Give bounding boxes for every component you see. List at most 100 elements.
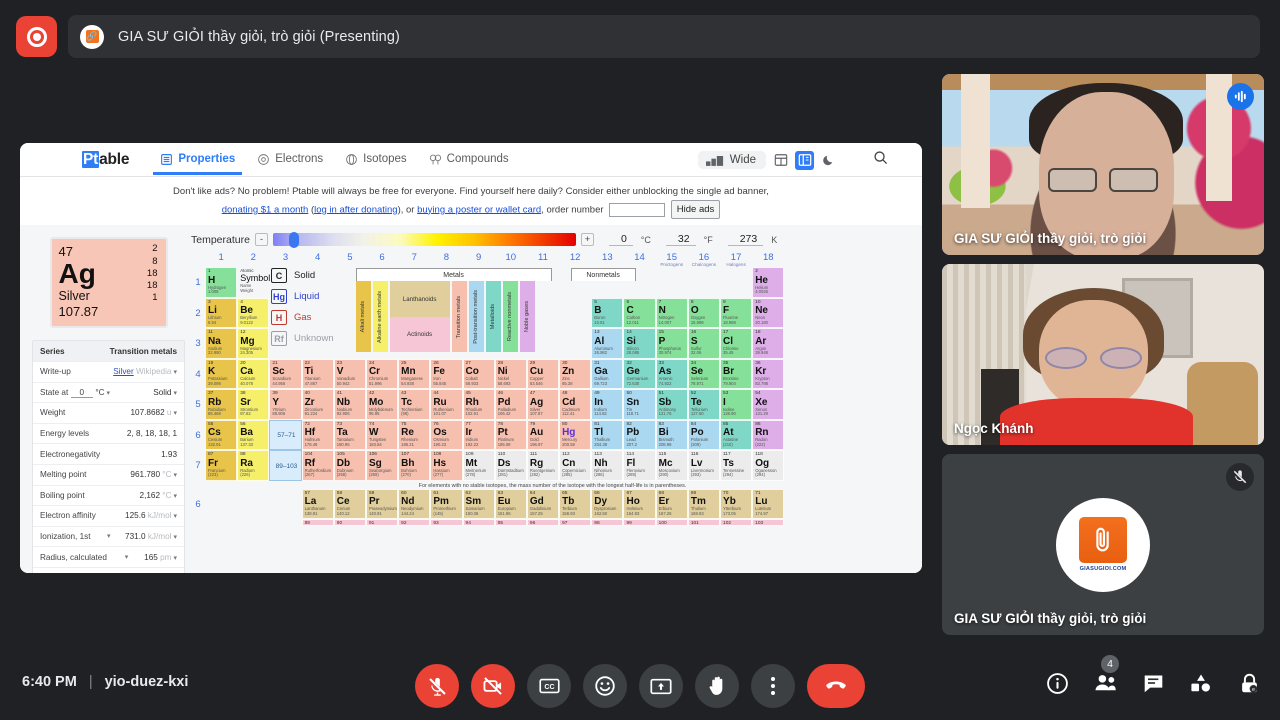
element-cell-Rh[interactable]: 45 Rh Rhodium 102.91 — [462, 389, 495, 420]
element-cell-Fr[interactable]: 87 Fr Francium (223) — [205, 450, 238, 481]
element-cell-Ba[interactable]: 56 Ba Barium 137.33 — [237, 419, 270, 451]
periodic-table-grid[interactable]: 1 2 3 4 5 6 7 8 9 10 11 12 13 14 15 Pnictogens 16 Chalcog… — [191, 252, 914, 527]
temperature-celsius-input[interactable]: 0 — [608, 233, 633, 247]
element-cell-Ds[interactable]: 110 Ds Darmstadtium (281) — [494, 450, 527, 481]
element-cell-Tc[interactable]: 43 Tc Technetium (98) — [398, 389, 431, 420]
element-cell-Be[interactable]: 4 Be Beryllium 9.0122 — [237, 297, 270, 329]
host-controls-button[interactable]: e — [1236, 670, 1262, 696]
element-cell-Ce[interactable]: 58 Ce Cerium 140.12 — [333, 488, 366, 520]
search-icon[interactable] — [873, 150, 888, 170]
element-cell-Te[interactable]: 52 Te Tellurium 127.60 — [687, 389, 720, 420]
element-cell-Bi[interactable]: 83 Bi Bismuth 208.98 — [655, 419, 688, 451]
element-cell-Sb[interactable]: 51 Sb Antimony 121.76 — [655, 389, 688, 420]
more-options-button[interactable] — [751, 664, 795, 708]
ptable-logo[interactable]: Ptable — [82, 150, 130, 169]
camera-off-button[interactable] — [471, 664, 515, 708]
element-cell-At[interactable]: 85 At Astatine (210) — [720, 419, 753, 451]
element-cell-In[interactable]: 49 In Indium 114.82 — [591, 389, 624, 420]
actinide-placeholder[interactable]: 89–103 — [269, 450, 302, 481]
column-header-17[interactable]: 17 Halogens — [720, 252, 752, 267]
wikipedia-link[interactable]: Silver — [113, 367, 133, 376]
participant-tile-3[interactable]: GIASUGIOI.COM GIA SƯ GIỎI thầy giỏi, trò… — [942, 454, 1264, 635]
tab-compounds[interactable]: Compounds — [420, 145, 518, 175]
property-row[interactable]: Series Transition metals — [33, 341, 184, 362]
element-cell-La[interactable]: 57 La Lanthanum 138.91 — [301, 488, 334, 520]
element-cell-Os[interactable]: 76 Os Osmium 190.23 — [430, 419, 463, 451]
column-header-10[interactable]: 10 — [495, 252, 527, 267]
column-header-8[interactable]: 8 — [430, 252, 462, 267]
reactions-button[interactable] — [583, 664, 627, 708]
chat-button[interactable] — [1140, 670, 1166, 696]
element-cell-89[interactable]: 89 — [301, 519, 334, 527]
lanthanide-placeholder[interactable]: 57–71 — [269, 419, 302, 451]
column-header-12[interactable]: 12 — [559, 252, 591, 267]
column-header-11[interactable]: 11 — [527, 252, 559, 267]
donate-link[interactable]: donating $1 a month — [222, 204, 309, 215]
property-row[interactable]: Energy levels 2, 8, 18, 18, 1 — [33, 424, 184, 445]
property-row[interactable]: Radius, calculated ▾ 165 pm ▾ — [33, 547, 184, 568]
element-cell-95[interactable]: 95 — [494, 519, 527, 527]
element-cell-90[interactable]: 90 — [333, 519, 366, 527]
element-cell-Au[interactable]: 79 Au Gold 196.97 — [526, 419, 560, 451]
element-cell-Rb[interactable]: 37 Rb Rubidium 85.468 — [205, 389, 238, 420]
element-cell-K[interactable]: 19 K Potassium 39.098 — [205, 358, 238, 390]
element-cell-94[interactable]: 94 — [462, 519, 495, 527]
element-cell-Tl[interactable]: 81 Tl Thallium 204.38 — [591, 419, 624, 451]
column-header-14[interactable]: 14 — [623, 252, 655, 267]
activities-button[interactable] — [1188, 670, 1214, 696]
column-header-16[interactable]: 16 Chalcogens — [688, 252, 720, 267]
element-cell-93[interactable]: 93 — [430, 519, 463, 527]
element-cell-Mt[interactable]: 109 Mt Meitnerium (278) — [462, 450, 495, 481]
element-cell-Kr[interactable]: 36 Kr Krypton 83.798 — [752, 358, 785, 390]
element-cell-Pm[interactable]: 61 Pm Promethium (145) — [430, 488, 463, 520]
element-cell-Tb[interactable]: 65 Tb Terbium 158.93 — [559, 488, 592, 520]
property-row[interactable]: State at 0 °C ▾ Solid ▾ — [33, 383, 184, 404]
element-cell-Ni[interactable]: 28 Ni Nickel 58.693 — [494, 358, 527, 390]
hide-ads-button[interactable]: Hide ads — [670, 199, 721, 220]
element-cell-Ti[interactable]: 22 Ti Titanium 47.867 — [301, 358, 334, 390]
column-header-5[interactable]: 5 — [334, 252, 366, 267]
show-everyone-button[interactable]: 4 — [1092, 655, 1119, 696]
element-cell-Rf[interactable]: 104 Rf Rutherfordium (267) — [301, 450, 334, 481]
element-cell-Gd[interactable]: 64 Gd Gadolinium 157.25 — [526, 488, 560, 520]
element-cell-Hs[interactable]: 108 Hs Hassium (277) — [430, 450, 463, 481]
element-cell-Fl[interactable]: 114 Fl Flerovium (289) — [623, 450, 656, 481]
leave-call-button[interactable] — [807, 664, 865, 708]
element-cell-98[interactable]: 98 — [591, 519, 624, 527]
column-header-6[interactable]: 6 — [366, 252, 398, 267]
meeting-details-button[interactable] — [1044, 670, 1070, 696]
captions-button[interactable]: CC — [527, 664, 571, 708]
element-cell-Ho[interactable]: 67 Ho Holmium 164.93 — [623, 488, 656, 520]
element-cell-Mc[interactable]: 115 Mc Moscovium (290) — [655, 450, 688, 481]
column-header-13[interactable]: 13 — [591, 252, 623, 267]
element-cell-Ge[interactable]: 32 Ge Germanium 72.630 — [623, 358, 656, 390]
element-cell-Ra[interactable]: 88 Ra Radium (226) — [237, 450, 270, 481]
element-cell-Pt[interactable]: 78 Pt Platinum 195.08 — [494, 419, 527, 451]
element-cell-Xe[interactable]: 54 Xe Xenon 131.29 — [752, 389, 785, 420]
element-cell-I[interactable]: 53 I Iodine 126.90 — [720, 389, 753, 420]
column-header-15[interactable]: 15 Pnictogens — [656, 252, 688, 267]
element-cell-Db[interactable]: 105 Db Dubnium (268) — [333, 450, 366, 481]
element-cell-Ca[interactable]: 20 Ca Calcium 40.078 — [237, 358, 270, 390]
raise-hand-button[interactable] — [695, 664, 739, 708]
element-cell-Ne[interactable]: 10 Ne Neon 20.180 — [752, 297, 785, 329]
temperature-kelvin-input[interactable]: 273 — [727, 233, 764, 247]
element-cell-He[interactable]: 2 He Helium 4.0026 — [752, 267, 785, 298]
property-row[interactable]: Electron affinity 125.6 kJ/mol ▾ — [33, 506, 184, 527]
element-cell-F[interactable]: 9 F Fluorine 18.998 — [720, 297, 753, 329]
element-cell-Sc[interactable]: 21 Sc Scandium 44.956 — [269, 358, 302, 390]
column-header-3[interactable]: 3 — [269, 252, 301, 267]
element-cell-Sn[interactable]: 50 Sn Tin 118.71 — [623, 389, 656, 420]
element-cell-Er[interactable]: 68 Er Erbium 167.26 — [655, 488, 688, 520]
element-cell-97[interactable]: 97 — [559, 519, 592, 527]
element-cell-Ag[interactable]: 47 Ag Silver 107.87 — [526, 389, 560, 420]
element-cell-91[interactable]: 91 — [365, 519, 399, 527]
element-cell-Nh[interactable]: 113 Nh Nihonium (286) — [591, 450, 624, 481]
element-cell-Co[interactable]: 27 Co Cobalt 58.933 — [462, 358, 495, 390]
recording-indicator-button[interactable] — [16, 16, 57, 57]
element-cell-Y[interactable]: 39 Y Yttrium 88.906 — [269, 389, 302, 420]
property-row[interactable]: Electronegativity 1.93 — [33, 444, 184, 465]
element-cell-P[interactable]: 15 P Phosphorus 30.974 — [655, 328, 688, 359]
element-cell-Nb[interactable]: 41 Nb Niobium 92.906 — [333, 389, 366, 420]
element-cell-Re[interactable]: 75 Re Rhenium 186.21 — [398, 419, 431, 451]
